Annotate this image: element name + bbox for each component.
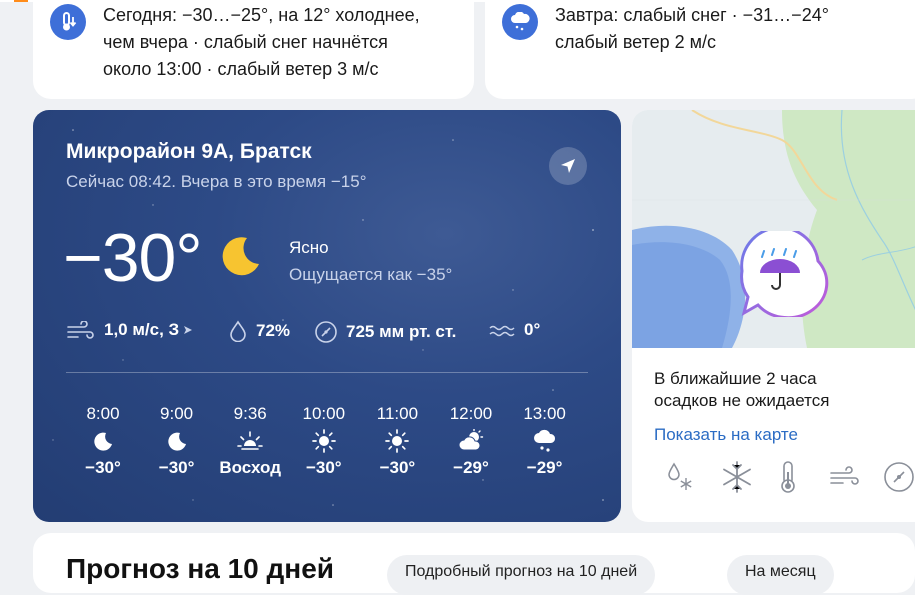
hourly-temperature: −30° — [379, 458, 416, 477]
hourly-time: 11:00 — [376, 404, 419, 423]
ten-day-forecast-section: Прогноз на 10 дней Подробный прогноз на … — [33, 533, 915, 595]
wind-icon — [67, 321, 94, 339]
nowcast-line1: В ближайшие 2 часа — [654, 369, 817, 388]
hourly-temperature: −30° — [85, 458, 121, 477]
hourly-temperature: −29° — [526, 458, 563, 477]
water-temp-value: 0° — [524, 320, 541, 339]
rain-snow-icon[interactable] — [664, 460, 696, 499]
hourly-temperature: −30° — [305, 458, 342, 477]
moon-icon — [66, 424, 140, 458]
nowcast-text: В ближайшие 2 часа осадков не ожидается — [654, 368, 829, 412]
current-weather-card[interactable]: Микрорайон 9А, Братск Сейчас 08:42. Вчер… — [33, 110, 621, 522]
geolocation-button[interactable] — [549, 147, 587, 185]
snowflake-icon[interactable] — [720, 460, 754, 499]
today-forecast-line1: Сегодня: −30…−25°, на 12° холоднее, — [103, 5, 420, 25]
show-on-map-link[interactable]: Показать на карте — [654, 425, 798, 445]
sun-icon — [360, 424, 434, 458]
tomorrow-forecast-line2: слабый ветер 2 м/с — [555, 32, 717, 52]
current-temperature: −30° — [63, 220, 203, 296]
detailed-forecast-button[interactable]: Подробный прогноз на 10 дней — [387, 555, 656, 595]
pressure-gauge-icon — [315, 321, 337, 343]
thermometer-down-icon — [50, 4, 86, 40]
thermometer-icon[interactable] — [778, 460, 798, 499]
partly-cloudy-icon — [434, 424, 508, 458]
sunrise-icon — [213, 424, 287, 458]
feels-like-label: Ощущается как −35° — [289, 265, 453, 284]
hourly-item: 12:00 −29° — [434, 404, 508, 478]
wind-metric: 1,0 м/с, З — [66, 320, 193, 340]
wind-layer-icon[interactable] — [828, 460, 862, 499]
umbrella-rain-icon — [740, 226, 829, 320]
condition-label: Ясно — [289, 238, 329, 257]
sun-icon — [287, 424, 361, 458]
snow-cloud-icon — [502, 4, 538, 40]
hourly-temperature: −30° — [158, 458, 195, 477]
hourly-item: 13:00 −29° — [508, 404, 582, 478]
water-waves-icon — [489, 325, 515, 337]
pressure-layer-icon[interactable] — [882, 460, 915, 499]
hourly-temperature: Восход — [219, 458, 282, 477]
nowcast-map-card[interactable]: В ближайшие 2 часа осадков не ожидается … — [632, 110, 915, 522]
pressure-metric: 725 мм рт. ст. — [314, 320, 456, 344]
humidity-value: 72% — [256, 321, 291, 340]
wind-direction-icon — [184, 326, 193, 334]
location-arrow-icon — [561, 159, 575, 173]
hourly-time: 12:00 — [449, 404, 493, 423]
moon-icon — [222, 237, 259, 276]
today-forecast-line3: около 13:00 · слабый ветер 3 м/с — [103, 59, 379, 79]
moon-icon — [140, 424, 214, 458]
hourly-forecast-strip[interactable]: 8:00 −30° 9:00 −30° 9:36 Восход 10:00 −30° 11:00… — [33, 404, 621, 494]
hourly-item: 8:00 −30° — [66, 404, 140, 478]
hourly-time: 8:00 — [86, 404, 120, 423]
location-title: Микрорайон 9А, Братск — [66, 140, 312, 163]
tomorrow-forecast-line1: Завтра: слабый снег · −31…−24° — [555, 5, 829, 25]
hourly-item: 9:00 −30° — [140, 404, 214, 478]
snow-cloud-icon — [508, 424, 582, 458]
today-forecast-line2: чем вчера · слабый снег начнётся — [103, 32, 388, 52]
hourly-time: 10:00 — [302, 404, 346, 423]
tomorrow-forecast-card[interactable]: Завтра: слабый снег · −31…−24° слабый ве… — [485, 0, 915, 99]
hourly-temperature: −29° — [453, 458, 489, 477]
humidity-metric: 72% — [228, 320, 290, 342]
humidity-drop-icon — [230, 320, 246, 342]
water-temp-metric: 0° — [488, 320, 540, 340]
hourly-time: 9:00 — [160, 404, 194, 423]
wind-value: 1,0 м/с, З — [104, 320, 180, 339]
today-forecast-card[interactable]: Сегодня: −30…−25°, на 12° холоднее, чем … — [33, 0, 474, 99]
metrics-divider — [66, 372, 588, 373]
hourly-time: 9:36 — [233, 404, 267, 423]
ten-day-title: Прогноз на 10 дней — [66, 553, 334, 584]
current-time-subtitle: Сейчас 08:42. Вчера в это время −15° — [66, 172, 367, 191]
hourly-item: 10:00 −30° — [287, 404, 361, 478]
pressure-value: 725 мм рт. ст. — [346, 322, 457, 341]
hourly-item: 11:00 −30° — [360, 404, 434, 478]
hourly-item: 9:36 Восход — [213, 404, 287, 478]
umbrella-marker[interactable] — [732, 226, 836, 322]
hourly-time: 13:00 — [523, 404, 566, 423]
month-forecast-button[interactable]: На месяц — [727, 555, 834, 595]
nowcast-line2: осадков не ожидается — [654, 391, 830, 410]
